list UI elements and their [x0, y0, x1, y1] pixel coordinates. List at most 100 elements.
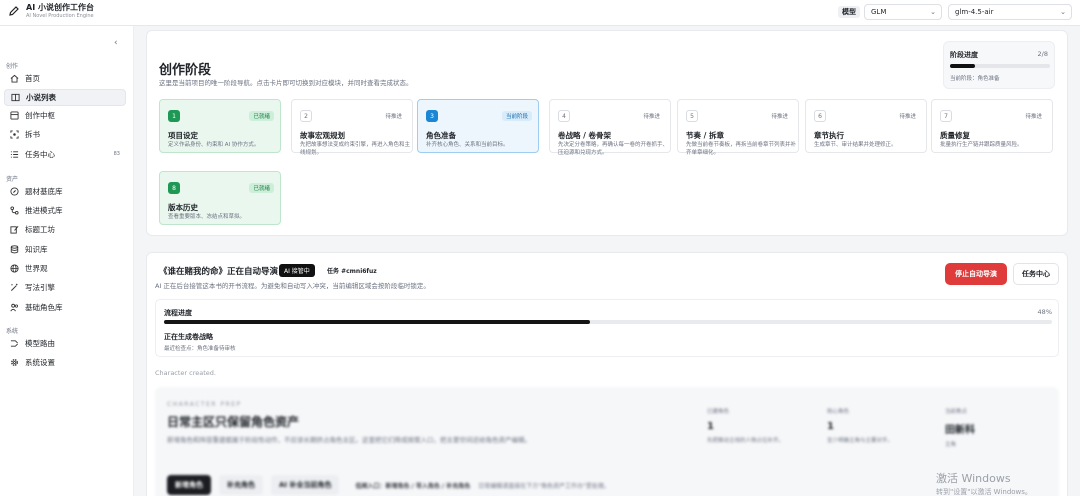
collapse-sidebar-icon[interactable]: ‹ [114, 38, 118, 48]
app-subtitle: AI Novel Production Engine [26, 13, 94, 19]
sidebar-item-system-settings[interactable]: 系统设置 [4, 354, 126, 371]
ai-supplement-button[interactable]: AI 补全当前角色 [271, 475, 340, 495]
sidebar-item-label: 标题工坊 [25, 225, 55, 234]
brand: AI 小说创作工作台 AI Novel Production Engine [8, 3, 94, 20]
route-icon [10, 340, 18, 347]
stage-card[interactable]: 7 待推进 质量修复 批量执行生产链并跟踪质量风险。 [931, 99, 1053, 153]
flow-progress-fill [164, 320, 591, 324]
stage-number: 7 [940, 110, 952, 122]
current-stage-text: 当前阶段：角色准备 [950, 76, 1000, 82]
stage-title: 版本历史 [168, 203, 198, 212]
stage-description: 补齐核心角色、关系和当前目标。 [426, 142, 509, 148]
gear-icon [11, 359, 18, 366]
stage-title: 项目设定 [168, 131, 198, 140]
stage-description: 查看重要版本、冻结点和草拟。 [168, 214, 246, 220]
sidebar-item-label: 知识库 [25, 245, 48, 254]
sidebar-item-model-routing[interactable]: 模型路由 [4, 335, 126, 352]
sidebar-item-task-center[interactable]: 任务中心 83 [4, 146, 126, 163]
stage-description: 先做当前卷节奏板，再拆当前卷章节列表并补齐单章细化。 [686, 142, 797, 156]
stage-title: 卷战略 / 卷骨架 [558, 131, 611, 140]
stage-description: 定义作品身份、约束和 AI 协作方式。 [168, 142, 260, 148]
provider-select[interactable]: GLM ⌄ [864, 4, 942, 20]
quick-entry-text: 低频入口：新增角色 / 导入角色 / 补充角色 [355, 482, 471, 490]
sidebar-item-writing-engine[interactable]: 写法引擎 [4, 279, 126, 296]
list-icon [10, 151, 19, 158]
flow-progress-label: 流程进度 [164, 309, 192, 317]
sidebar-item-creation-hub[interactable]: 创作中枢 [4, 107, 126, 124]
stage-card[interactable]: 8 已就绪 版本历史 查看重要版本、冻结点和草拟。 [159, 171, 281, 225]
stage-number: 3 [426, 110, 438, 122]
sidebar-item-label: 世界观 [25, 264, 48, 273]
database-icon [10, 245, 19, 254]
stage-title: 角色准备 [426, 131, 456, 140]
stop-auto-director-button[interactable]: 停止自动导演 [945, 263, 1007, 285]
stage-card[interactable]: 1 已就绪项目设定定义作品身份、约束和 AI 协作方式。 [159, 99, 281, 153]
stage-number: 6 [814, 110, 826, 122]
stat-value: 田新科 [945, 425, 975, 436]
model-select[interactable]: glm-4.5-air ⌄ [948, 4, 1072, 20]
sidebar-item-label: 写法引擎 [25, 283, 55, 292]
chevron-down-icon: ⌄ [930, 8, 936, 16]
character-prep-section: CHARACTER PREP 日常主区只保留角色资产 新增角色和阵容重建都属于阶… [155, 387, 1059, 496]
home-icon [10, 74, 19, 83]
windows-activation-watermark: 激活 Windows 转到"设置"以激活 Windows。 [936, 470, 1032, 496]
character-prep-kicker: CHARACTER PREP [167, 401, 242, 408]
sidebar-item-title-workshop[interactable]: 标题工坊 [4, 221, 126, 238]
character-toolbar: 新增角色 补充角色 AI 补全当前角色 低频入口：新增角色 / 导入角色 / 补… [167, 475, 610, 495]
sidebar: ‹ 创作 首页 小说列表 创作中枢 拆书 任务中心 83 资产 题材基底库 推进… [0, 26, 134, 496]
stat-note: 至少明确主角与主要对手。 [827, 438, 894, 444]
auto-director-description: AI 正在后台接管这本书的开书流程。为避免和自动写入冲突，当前编辑区域会按阶段临… [155, 282, 430, 290]
stage-progress-track [950, 64, 1050, 68]
stage-card[interactable]: 5 待推进 节奏 / 拆章 先做当前卷节奏板，再拆当前卷章节列表并补齐单章细化。 [677, 99, 799, 156]
stage-card[interactable]: 3 当前阶段角色准备补齐核心角色、关系和当前目标。 [417, 99, 539, 153]
flow-progress-percent: 48% [1037, 308, 1052, 316]
auto-director-title: 《谁在赌我的命》正在自动导演 [159, 267, 279, 277]
stage-number: 1 [168, 110, 180, 122]
stage-title: 质量修复 [940, 131, 970, 140]
stat-current-focus: 当前焦点 田新科 主角 [945, 407, 1055, 448]
stage-number: 4 [558, 110, 570, 122]
stage-status-badge: 待推进 [643, 114, 660, 120]
sidebar-item-novel-list[interactable]: 小说列表 [4, 89, 126, 106]
stage-number: 8 [168, 182, 180, 194]
task-id: 任务 #cmni6fuz [327, 268, 377, 275]
stage-title: 故事宏观规划 [300, 131, 345, 140]
log-line: Character created. [155, 369, 216, 377]
nav-group-create: 创作 [6, 63, 19, 70]
supplement-role-button[interactable]: 补充角色 [219, 475, 263, 495]
stage-number: 2 [300, 110, 312, 122]
new-role-button[interactable]: 新增角色 [167, 475, 211, 495]
stat-value: 1 [707, 421, 714, 432]
flow-progress-box: 流程进度 48% 正在生成卷战略 最近检查点：角色准备待审核 [155, 299, 1059, 357]
stages-description: 这里是当前项目的唯一阶段导航。点击卡片即可切换到对应模块，并同时查看完成状态。 [159, 79, 413, 87]
watermark-line-2: 转到"设置"以激活 Windows。 [936, 488, 1032, 496]
scan-icon [10, 130, 19, 139]
stage-description: 先把故事想法变成约束引擎，再进入角色和主线规划。 [300, 142, 411, 156]
top-bar: AI 小说创作工作台 AI Novel Production Engine 模型… [0, 0, 1080, 26]
layout-icon [10, 111, 19, 120]
users-icon [10, 303, 19, 312]
sidebar-item-label: 题材基底库 [25, 187, 63, 196]
stage-card[interactable]: 6 待推进 章节执行 生成章节、审计结果并处理修正。 [805, 99, 927, 153]
sidebar-item-knowledge-base[interactable]: 知识库 [4, 241, 126, 258]
sidebar-item-progression-library[interactable]: 推进模式库 [4, 202, 126, 219]
sidebar-item-genre-library[interactable]: 题材基底库 [4, 183, 126, 200]
stage-card[interactable]: 4 待推进 卷战略 / 卷骨架 先决定分卷策略，再确认每一卷的开卷抓手、压迫源和兑现方… [549, 99, 671, 156]
flow-icon [10, 206, 19, 215]
sidebar-item-base-character-library[interactable]: 基础角色库 [4, 299, 126, 316]
sidebar-item-book-breakdown[interactable]: 拆书 [4, 126, 126, 143]
stage-status-badge: 当前阶段 [501, 111, 532, 121]
watermark-line-1: 激活 Windows [936, 472, 1011, 485]
flow-status: 正在生成卷战略 [164, 333, 213, 341]
stage-status-badge: 已就绪 [249, 111, 274, 121]
stage-card[interactable]: 2 待推进 故事宏观规划 先把故事想法变成约束引擎，再进入角色和主线规划。 [291, 99, 413, 156]
sidebar-item-label: 系统设置 [25, 358, 55, 367]
stages-title: 创作阶段 [159, 63, 212, 78]
stage-status-badge: 待推进 [1025, 114, 1042, 120]
sidebar-item-home[interactable]: 首页 [4, 70, 126, 87]
stat-label: 已建角色 [707, 409, 730, 415]
provider-value: GLM [871, 8, 887, 16]
stage-number: 5 [686, 110, 698, 122]
task-center-button[interactable]: 任务中心 [1013, 263, 1059, 285]
sidebar-item-worldview[interactable]: 世界观 [4, 260, 126, 277]
